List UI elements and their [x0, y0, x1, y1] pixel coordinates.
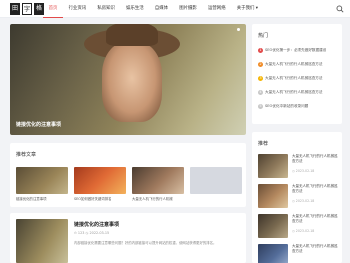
logo-char-2: 字 — [22, 3, 32, 15]
rank-badge: 1 — [258, 48, 263, 53]
hot-item-text: 大量无人机飞行的行人机械巡查方法 — [265, 62, 323, 66]
hero-slider[interactable]: 链接优化的注意事项 — [10, 24, 246, 135]
nav-industry[interactable]: 行业资讯 — [63, 0, 92, 18]
recommend-item[interactable]: 大量无人机飞行的行人机械 — [132, 167, 184, 205]
nav-media[interactable]: 自媒体 — [149, 0, 173, 18]
hot-title: 热门 — [258, 33, 269, 39]
recom-item[interactable]: 大量无人机飞行的行人机械巡查方法 — [258, 244, 340, 263]
rank-badge: 5 — [258, 104, 263, 109]
article-excerpt: 内部链接优化需要注意哪些问题？好的内部链接可以提升网站的权重，使网站获得更好的排… — [74, 241, 217, 245]
nav-home[interactable]: 首页 — [43, 0, 63, 18]
recommend-item[interactable]: SEO如何做好关键词排名 — [74, 167, 126, 205]
recommend-item-text: 链接优化的注意事项 — [16, 197, 47, 201]
rank-badge: 2 — [258, 62, 263, 67]
recom-item[interactable]: 大量无人机飞行的行人机械巡查方法 ◷ 2023-02-18 — [258, 214, 340, 242]
recom-item-text: 大量无人机飞行的行人机械巡查方法 — [292, 244, 338, 253]
hot-panel: 热门 1 SEO优化第一步：必须先做好数据建设 2 大量无人机飞行的行人机械巡查… — [252, 24, 342, 124]
recom-item-date: ◷ 2023-02-18 — [292, 229, 315, 233]
hot-item-text: SEO优化第一步：必须先做好数据建设 — [265, 48, 327, 52]
hot-item-text: SEO优化中新站的收录问题 — [265, 104, 309, 108]
recom-thumb — [258, 154, 288, 178]
nav-knowledge[interactable]: 私房知识 — [92, 0, 121, 18]
recommend-item[interactable] — [190, 167, 242, 205]
site-header: 田 字 格 首页 行业资讯 私房知识 娱乐生活 自媒体 图片摄影 运营网络 关于… — [0, 0, 350, 18]
article-thumb[interactable] — [16, 219, 68, 263]
article-meta: ⊙ 123 ◷ 2022-03-15 — [74, 231, 110, 235]
nav-operation[interactable]: 运营网络 — [202, 0, 231, 18]
recommend-thumb — [132, 167, 184, 194]
nav-entertainment[interactable]: 娱乐生活 — [121, 0, 150, 18]
recommend-section: 推荐文章 链接优化的注意事项 SEO如何做好关键词排名 大量无人机飞行的行人机械 — [10, 143, 246, 207]
recom-thumb — [258, 244, 288, 263]
recom-title: 推荐 — [258, 141, 269, 147]
recommend-thumb — [190, 167, 242, 194]
logo-char-1: 田 — [10, 3, 20, 15]
recommend-item-text: SEO如何做好关键词排名 — [74, 197, 112, 201]
recommend-thumb — [74, 167, 126, 194]
article-title[interactable]: 链接优化的注意事项 — [74, 221, 119, 228]
recom-item[interactable]: 大量无人机飞行的行人机械巡查方法 ◷ 2023-02-18 — [258, 184, 340, 212]
recommend-item[interactable]: 链接优化的注意事项 — [16, 167, 68, 205]
nav-about[interactable]: 关于我们 ▾ — [231, 0, 263, 18]
hot-item-text: 大量无人机飞行的行人机械巡查方法 — [265, 90, 323, 94]
hot-item[interactable]: 4 大量无人机飞行的行人机械巡查方法 — [258, 90, 340, 95]
rank-badge: 3 — [258, 76, 263, 81]
recommend-title: 推荐文章 — [16, 152, 37, 158]
rank-badge: 4 — [258, 90, 263, 95]
hot-item-text: 大量无人机飞行的行人机械巡查方法 — [265, 76, 323, 80]
recom-item-text: 大量无人机飞行的行人机械巡查方法 — [292, 154, 338, 163]
hot-item[interactable]: 2 大量无人机飞行的行人机械巡查方法 — [258, 62, 340, 67]
recom-thumb — [258, 214, 288, 238]
site-logo[interactable]: 田 字 格 — [10, 3, 44, 15]
recom-item-date: ◷ 2023-02-18 — [292, 199, 315, 203]
hot-item[interactable]: 1 SEO优化第一步：必须先做好数据建设 — [258, 48, 340, 53]
hero-face — [102, 42, 162, 122]
hot-item[interactable]: 3 大量无人机飞行的行人机械巡查方法 — [258, 76, 340, 81]
recom-item-text: 大量无人机飞行的行人机械巡查方法 — [292, 184, 338, 193]
search-icon[interactable] — [336, 5, 344, 13]
recom-thumb — [258, 184, 288, 208]
article-card[interactable]: 链接优化的注意事项 ⊙ 123 ◷ 2022-03-15 内部链接优化需要注意哪… — [10, 213, 246, 263]
hot-item[interactable]: 5 SEO优化中新站的收录问题 — [258, 104, 340, 109]
hero-title[interactable]: 链接优化的注意事项 — [16, 121, 61, 128]
slider-dot[interactable] — [237, 28, 240, 31]
recommend-item-text: 大量无人机飞行的行人机械 — [132, 197, 173, 201]
recom-item[interactable]: 大量无人机飞行的行人机械巡查方法 ◷ 2023-02-18 — [258, 154, 340, 182]
hero-hat-crown — [106, 24, 158, 46]
recom-item-date: ◷ 2023-02-18 — [292, 169, 315, 173]
recom-panel: 推荐 大量无人机飞行的行人机械巡查方法 ◷ 2023-02-18 大量无人机飞行… — [252, 132, 342, 263]
recommend-thumb — [16, 167, 68, 194]
main-nav: 首页 行业资讯 私房知识 娱乐生活 自媒体 图片摄影 运营网络 关于我们 ▾ — [43, 0, 264, 18]
nav-photo[interactable]: 图片摄影 — [174, 0, 203, 18]
recom-item-text: 大量无人机飞行的行人机械巡查方法 — [292, 214, 338, 223]
